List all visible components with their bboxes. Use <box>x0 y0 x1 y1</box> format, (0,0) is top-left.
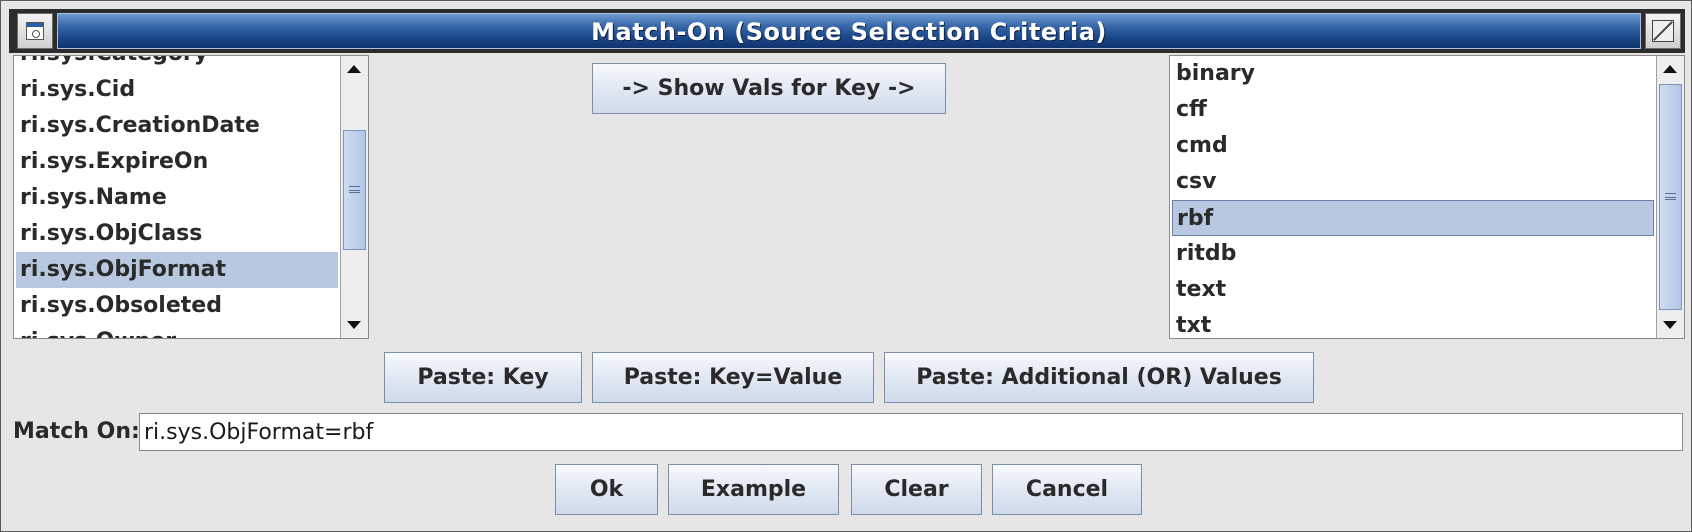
ok-button[interactable]: Ok <box>555 464 658 515</box>
value-item-csv[interactable]: csv <box>1172 164 1654 200</box>
key-item-cid[interactable]: ri.sys.Cid <box>16 72 338 108</box>
value-item-ritdb[interactable]: ritdb <box>1172 236 1654 272</box>
paste-key-button[interactable]: Paste: Key <box>384 352 582 403</box>
cancel-button[interactable]: Cancel <box>992 464 1142 515</box>
value-item-rbf[interactable]: rbf <box>1172 200 1654 236</box>
key-item-objclass[interactable]: ri.sys.ObjClass <box>16 216 338 252</box>
example-button[interactable]: Example <box>668 464 839 515</box>
values-list[interactable]: binary cff cmd csv rbf ritdb text txt <box>1169 55 1685 339</box>
window-menu-button[interactable] <box>17 13 53 49</box>
value-item-txt[interactable]: txt <box>1172 308 1654 338</box>
key-item-objformat[interactable]: ri.sys.ObjFormat <box>16 252 338 288</box>
value-item-cff[interactable]: cff <box>1172 92 1654 128</box>
scroll-down-arrow-icon[interactable] <box>341 310 368 338</box>
keys-list[interactable]: ri.sys.Category ri.sys.Cid ri.sys.Creati… <box>13 55 369 339</box>
match-on-label: Match On: <box>13 419 140 444</box>
window-title: Match-On (Source Selection Criteria) <box>591 18 1107 46</box>
match-on-input[interactable] <box>139 413 1683 451</box>
clear-button[interactable]: Clear <box>851 464 982 515</box>
value-item-binary[interactable]: binary <box>1172 56 1654 92</box>
title-bar: Match-On (Source Selection Criteria) <box>9 9 1685 53</box>
values-list-scrollbar[interactable] <box>1656 56 1684 338</box>
scroll-thumb[interactable] <box>1659 84 1682 310</box>
scroll-up-arrow-icon[interactable] <box>1657 56 1684 84</box>
key-item-creationdate[interactable]: ri.sys.CreationDate <box>16 108 338 144</box>
show-vals-button[interactable]: -> Show Vals for Key -> <box>592 63 946 114</box>
scroll-down-arrow-icon[interactable] <box>1657 310 1684 338</box>
paste-additional-values-button[interactable]: Paste: Additional (OR) Values <box>884 352 1314 403</box>
key-item-category[interactable]: ri.sys.Category <box>16 56 338 72</box>
paste-key-value-button[interactable]: Paste: Key=Value <box>592 352 874 403</box>
scroll-thumb[interactable] <box>343 130 366 250</box>
maximize-button[interactable] <box>1645 13 1681 49</box>
maximize-icon <box>1652 20 1674 42</box>
value-item-cmd[interactable]: cmd <box>1172 128 1654 164</box>
key-item-name[interactable]: ri.sys.Name <box>16 180 338 216</box>
match-on-dialog: Match-On (Source Selection Criteria) ri.… <box>0 0 1692 532</box>
value-item-text[interactable]: text <box>1172 272 1654 308</box>
scroll-up-arrow-icon[interactable] <box>341 56 368 84</box>
window-menu-icon <box>26 22 44 40</box>
key-item-owner[interactable]: ri.sys.Owner <box>16 324 338 338</box>
keys-list-scrollbar[interactable] <box>340 56 368 338</box>
title-bar-main[interactable]: Match-On (Source Selection Criteria) <box>57 13 1641 49</box>
key-item-expireon[interactable]: ri.sys.ExpireOn <box>16 144 338 180</box>
key-item-obsoleted[interactable]: ri.sys.Obsoleted <box>16 288 338 324</box>
